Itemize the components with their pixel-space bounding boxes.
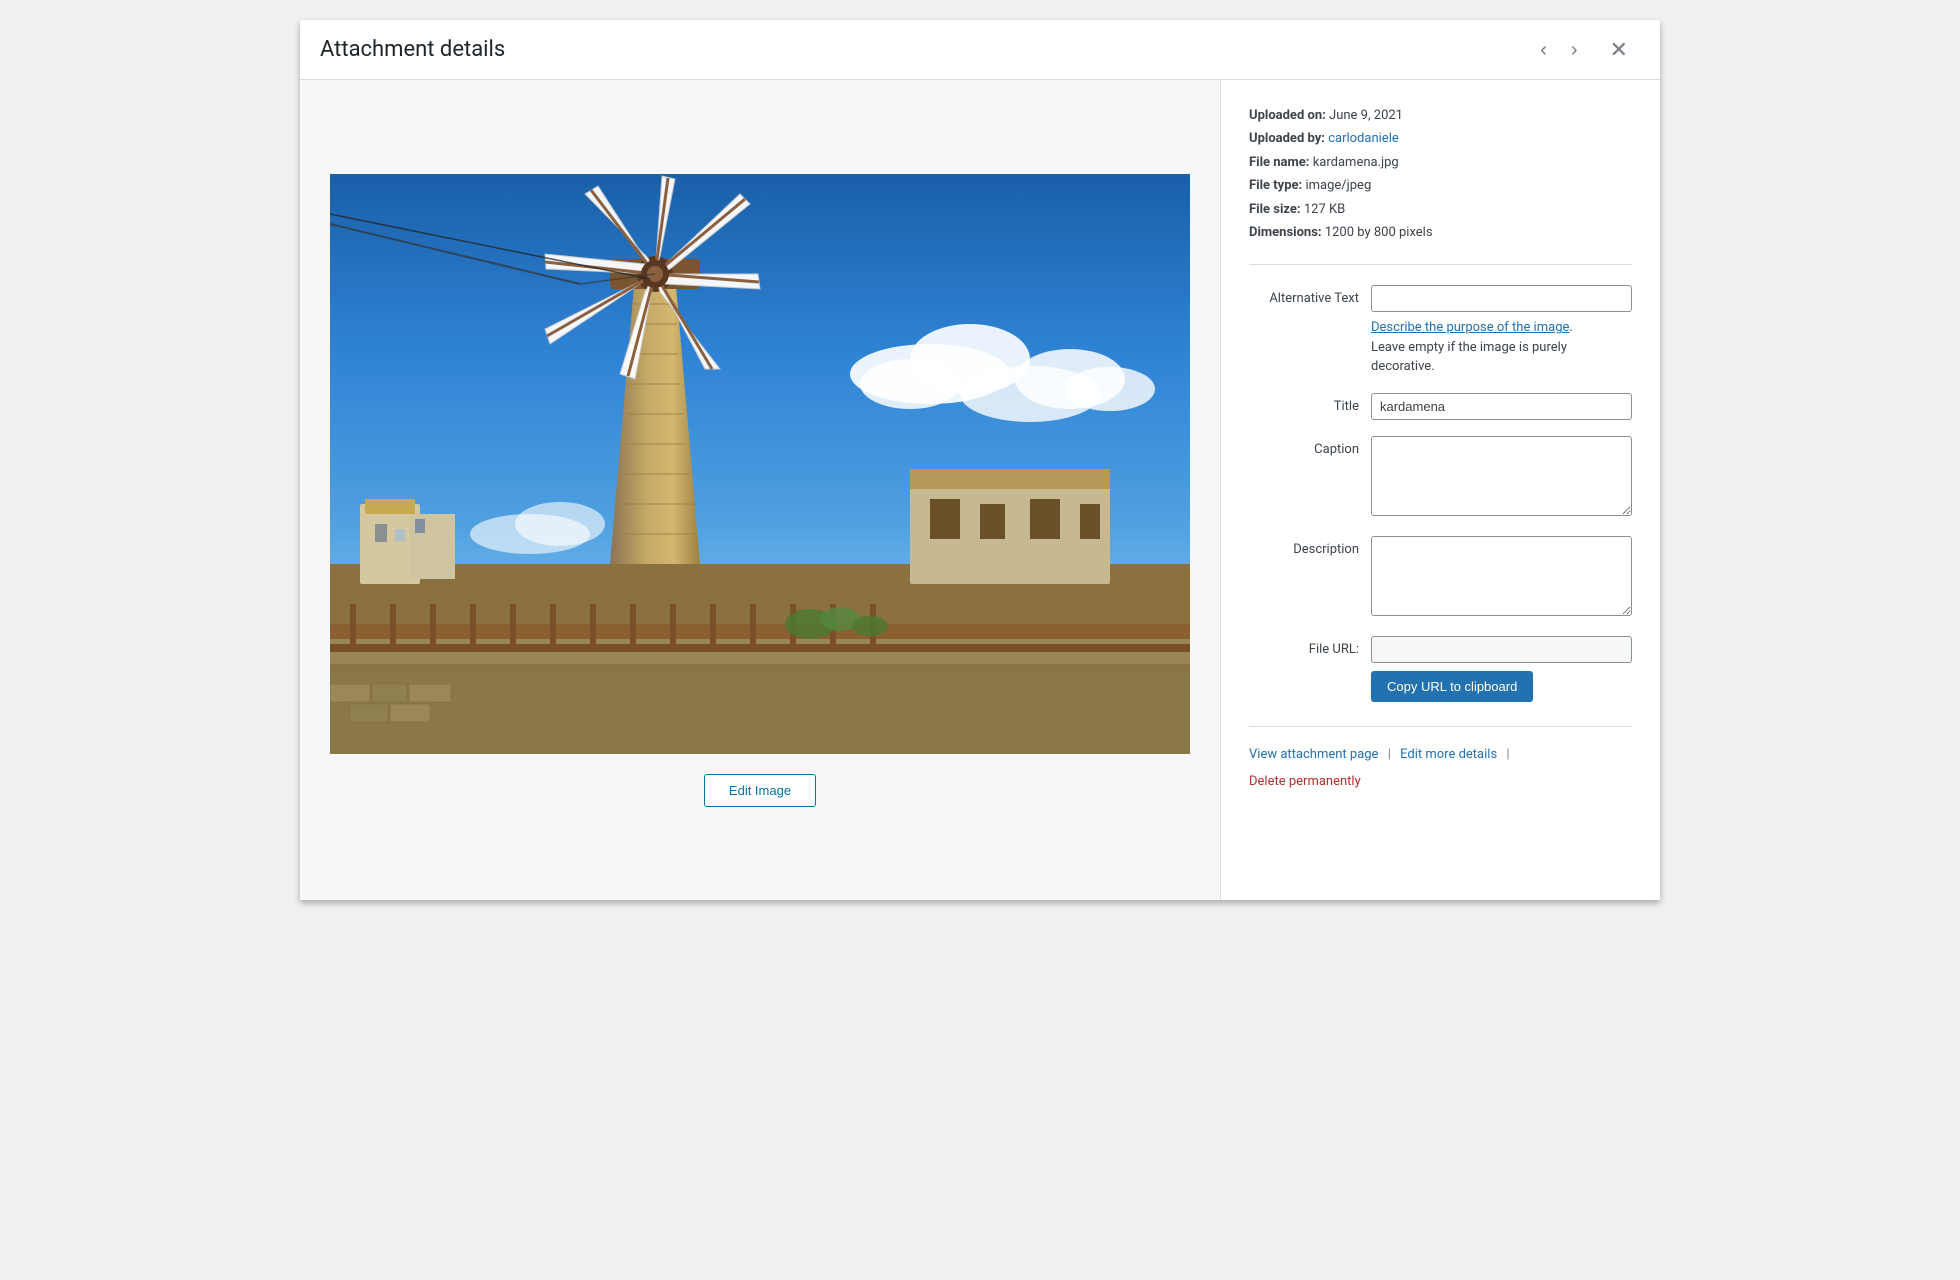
next-button[interactable]: › — [1559, 32, 1590, 68]
title-row: Title — [1249, 393, 1632, 420]
header-nav: ‹ › ✕ — [1528, 31, 1640, 69]
description-textarea[interactable] — [1371, 536, 1632, 616]
alt-text-label: Alternative Text — [1249, 285, 1359, 306]
modal-body: Edit Image Uploaded on: June 9, 2021 Upl… — [300, 80, 1660, 900]
details-panel: Uploaded on: June 9, 2021 Uploaded by: c… — [1220, 80, 1660, 900]
dimensions-row: Dimensions: 1200 by 800 pixels — [1249, 221, 1632, 244]
uploaded-on-label: Uploaded on: — [1249, 108, 1326, 123]
file-url-row: File URL: Copy URL to clipboard — [1249, 636, 1632, 702]
delete-permanently-link[interactable]: Delete permanently — [1249, 770, 1632, 793]
file-url-field: Copy URL to clipboard — [1371, 636, 1632, 702]
caption-label: Caption — [1249, 436, 1359, 457]
footer-separator-2: | — [1506, 747, 1509, 762]
footer-links: View attachment page | Edit more details… — [1249, 726, 1632, 794]
main-image — [330, 174, 1190, 754]
uploaded-on-value: June 9, 2021 — [1329, 108, 1403, 123]
close-button[interactable]: ✕ — [1598, 31, 1640, 69]
file-name-value: kardamena.jpg — [1313, 155, 1399, 170]
file-info-section: Uploaded on: June 9, 2021 Uploaded by: c… — [1249, 104, 1632, 265]
view-attachment-link[interactable]: View attachment page — [1249, 747, 1378, 762]
modal-header: Attachment details ‹ › ✕ — [300, 20, 1660, 80]
modal-title: Attachment details — [320, 37, 1528, 62]
caption-field — [1371, 436, 1632, 520]
caption-row: Caption — [1249, 436, 1632, 520]
attachment-details-modal: Attachment details ‹ › ✕ — [300, 20, 1660, 900]
image-panel: Edit Image — [300, 80, 1220, 900]
alt-text-input[interactable] — [1371, 285, 1632, 312]
file-url-input[interactable] — [1371, 636, 1632, 663]
title-label: Title — [1249, 393, 1359, 414]
copy-url-button[interactable]: Copy URL to clipboard — [1371, 671, 1533, 702]
file-type-value: image/jpeg — [1305, 178, 1371, 193]
description-field — [1371, 536, 1632, 620]
alt-text-field: Describe the purpose of the image. Leave… — [1371, 285, 1632, 377]
file-size-label: File size: — [1249, 202, 1301, 217]
alt-text-hint: Describe the purpose of the image. Leave… — [1371, 318, 1632, 377]
edit-details-link[interactable]: Edit more details — [1400, 747, 1497, 762]
uploaded-by-row: Uploaded by: carlodaniele — [1249, 127, 1632, 150]
alt-text-link[interactable]: Describe the purpose of the image — [1371, 320, 1569, 335]
uploaded-by-label: Uploaded by: — [1249, 131, 1325, 146]
file-name-label: File name: — [1249, 155, 1309, 170]
dimensions-label: Dimensions: — [1249, 225, 1322, 240]
title-field — [1371, 393, 1632, 420]
alt-text-hint-text: Leave empty if the image is purely decor… — [1371, 340, 1567, 375]
uploaded-by-link[interactable]: carlodaniele — [1328, 131, 1399, 146]
dimensions-value: 1200 by 800 pixels — [1325, 225, 1433, 240]
caption-textarea[interactable] — [1371, 436, 1632, 516]
file-type-row: File type: image/jpeg — [1249, 174, 1632, 197]
alt-text-row: Alternative Text Describe the purpose of… — [1249, 285, 1632, 377]
prev-button[interactable]: ‹ — [1528, 32, 1559, 68]
file-name-row: File name: kardamena.jpg — [1249, 151, 1632, 174]
footer-separator-1: | — [1388, 747, 1391, 762]
description-label: Description — [1249, 536, 1359, 557]
file-size-row: File size: 127 KB — [1249, 198, 1632, 221]
file-url-label: File URL: — [1249, 636, 1359, 657]
file-size-value: 127 KB — [1304, 202, 1345, 217]
image-container — [330, 174, 1190, 754]
description-row: Description — [1249, 536, 1632, 620]
title-input[interactable] — [1371, 393, 1632, 420]
uploaded-on-row: Uploaded on: June 9, 2021 — [1249, 104, 1632, 127]
edit-image-button[interactable]: Edit Image — [704, 774, 816, 807]
form-section: Alternative Text Describe the purpose of… — [1249, 285, 1632, 702]
file-type-label: File type: — [1249, 178, 1302, 193]
